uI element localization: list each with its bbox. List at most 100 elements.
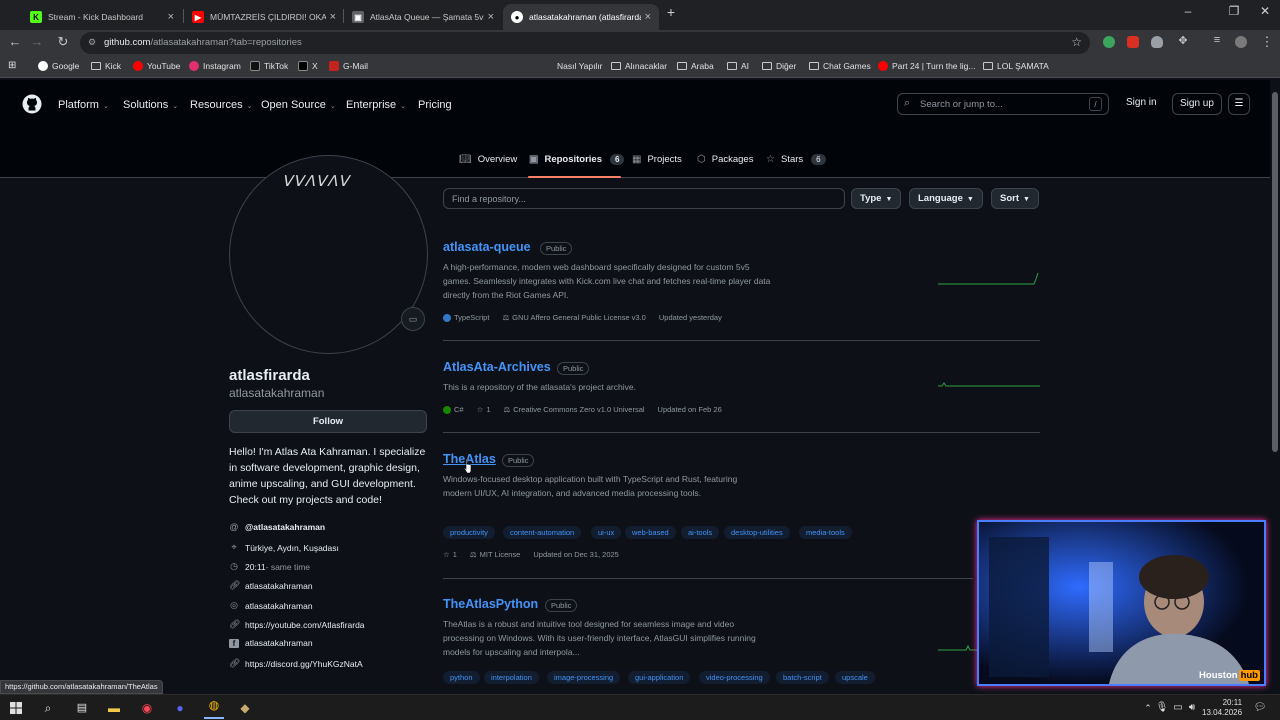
sign-in-link[interactable]: Sign in (1126, 97, 1157, 108)
chrome-icon[interactable]: ◍ (204, 697, 224, 719)
nav-pricing[interactable]: Pricing (418, 99, 452, 111)
repo-name-link[interactable]: TheAtlasPython (443, 597, 538, 611)
vcard-discord[interactable]: 🔗︎ https://discord.gg/YhuKGzNatA (229, 658, 363, 669)
search-icon[interactable]: ⌕ (40, 700, 56, 716)
find-repository-input[interactable] (443, 188, 845, 209)
chrome-menu-icon[interactable]: ⋮ (1258, 34, 1276, 50)
bookmark-folder[interactable]: LOL ŞAMATA (983, 61, 1049, 71)
topic-tag[interactable]: upscale (835, 671, 875, 684)
topic-tag[interactable]: media-tools (799, 526, 852, 539)
topic-tag[interactable]: python (443, 671, 480, 684)
bookmark-x[interactable]: X (298, 61, 318, 71)
browser-tab[interactable]: ▣ AtlasAta Queue — Şamata 5v5 × (344, 4, 502, 30)
file-explorer-icon[interactable]: ▬ (106, 700, 122, 716)
new-tab-button[interactable]: + (656, 4, 686, 20)
profile-avatar-icon[interactable] (1235, 36, 1247, 48)
topic-tag[interactable]: interpolation (484, 671, 539, 684)
bookmark-tiktok[interactable]: TikTok (250, 61, 288, 71)
status-icon[interactable]: ▭ (401, 307, 425, 331)
bookmark-youtube[interactable]: YouTube (133, 61, 180, 71)
extension-shield-icon[interactable] (1151, 36, 1163, 48)
nav-platform[interactable]: Platform ⌄ (58, 99, 109, 111)
notifications-icon[interactable]: 💬︎ (1252, 700, 1268, 716)
tab-repositories[interactable]: ▣ Repositories 6 (529, 154, 625, 165)
vcard-handle[interactable]: @ @atlasatakahraman (229, 522, 325, 532)
bookmark-youtube-video[interactable]: Part 24 | Turn the lig... (878, 61, 975, 71)
media-controls-icon[interactable]: ≡ (1208, 34, 1226, 46)
topic-tag[interactable]: video-processing (699, 671, 770, 684)
topic-tag[interactable]: web-based (625, 526, 676, 539)
bookmark-folder[interactable]: Araba (677, 61, 714, 71)
app-icon[interactable]: ◉ (139, 700, 155, 716)
vcard-youtube[interactable]: 🔗︎ https://youtube.com/Atlasfirarda (229, 619, 365, 630)
nav-open-source[interactable]: Open Source ⌄ (261, 99, 336, 111)
tab-overview[interactable]: 📖︎ Overview (459, 154, 517, 165)
topic-tag[interactable]: productivity (443, 526, 495, 539)
topic-tag[interactable]: gui-application (628, 671, 691, 684)
search-input[interactable]: ⌕ Search or jump to... / (897, 93, 1109, 115)
volume-icon[interactable]: 🔊︎ (1184, 700, 1200, 716)
topic-tag[interactable]: desktop-utilities (724, 526, 790, 539)
stars-link[interactable]: ☆ 1 (443, 550, 457, 559)
vcard-facebook[interactable]: f atlasatakahraman (229, 638, 313, 648)
stars-link[interactable]: ☆ 1 (477, 405, 491, 414)
forward-icon[interactable]: → (28, 34, 46, 49)
taskbar-clock[interactable]: 20:11 13.04.2026 (1202, 698, 1242, 718)
minimize-icon[interactable]: – (1173, 4, 1203, 18)
close-tab-icon[interactable]: × (488, 11, 494, 23)
close-tab-icon[interactable]: × (645, 11, 651, 23)
sign-up-button[interactable]: Sign up (1172, 93, 1222, 115)
bookmark-kick[interactable]: Kick (91, 61, 121, 71)
extension-shield-icon[interactable] (1103, 36, 1115, 48)
github-logo-icon[interactable] (22, 94, 42, 114)
microphone-icon[interactable]: 🎙︎ (1154, 700, 1170, 716)
find-repository-field[interactable] (444, 189, 844, 209)
extension-icon[interactable] (1127, 36, 1139, 48)
bookmark-google[interactable]: Google (38, 61, 79, 71)
browser-tab[interactable]: ▶ MÜMTAZREİS ÇILDIRDI! OKAN × (184, 4, 344, 30)
browser-tab[interactable]: K Stream - Kick Dashboard × (22, 4, 182, 30)
bookmark-folder[interactable]: Nasıl Yapılır (557, 61, 603, 71)
bookmark-folder[interactable]: Chat Games (809, 61, 871, 71)
bookmark-gmail[interactable]: G-Mail (329, 61, 368, 71)
sort-filter-button[interactable]: Sort ▼ (991, 188, 1039, 209)
menu-icon[interactable]: ☰ (1228, 93, 1250, 115)
nav-solutions[interactable]: Solutions ⌄ (123, 99, 178, 111)
topic-tag[interactable]: ui-ux (591, 526, 622, 539)
reload-icon[interactable]: ↻ (54, 34, 72, 50)
close-tab-icon[interactable]: × (330, 11, 336, 23)
follow-button[interactable]: Follow (229, 410, 427, 433)
topic-tag[interactable]: image-processing (547, 671, 621, 684)
scrollbar-thumb[interactable] (1272, 92, 1278, 452)
close-window-icon[interactable]: ✕ (1250, 4, 1280, 18)
back-icon[interactable]: ← (6, 34, 24, 49)
nav-resources[interactable]: Resources ⌄ (190, 99, 252, 111)
site-info-icon[interactable]: ⚙ (88, 37, 96, 48)
vcard-link[interactable]: 🔗︎ atlasatakahraman (229, 580, 313, 591)
bookmark-instagram[interactable]: Instagram (189, 61, 241, 71)
bookmark-folder[interactable]: Diğer (762, 61, 796, 71)
language-filter-button[interactable]: Language ▼ (909, 188, 983, 209)
apps-grid-icon[interactable]: ⊞ (8, 60, 16, 71)
vcard-instagram[interactable]: ◎ atlasatakahraman (229, 600, 313, 611)
tab-projects[interactable]: ▦ Projects (632, 154, 682, 165)
nav-enterprise[interactable]: Enterprise ⌄ (346, 99, 406, 111)
bookmark-folder[interactable]: AI (727, 61, 749, 71)
windows-start-icon[interactable] (8, 700, 24, 716)
topic-tag[interactable]: batch-script (776, 671, 829, 684)
bookmark-folder[interactable]: Alınacaklar (611, 61, 667, 71)
close-tab-icon[interactable]: × (168, 11, 174, 23)
repo-name-link[interactable]: AtlasAta-Archives (443, 360, 551, 374)
restore-icon[interactable]: ❐ (1219, 4, 1249, 18)
tab-packages[interactable]: ⬡ Packages (697, 154, 753, 165)
league-client-icon[interactable]: ◆ (237, 700, 253, 716)
topic-tag[interactable]: ai-tools (681, 526, 720, 539)
discord-icon[interactable]: ● (172, 700, 188, 716)
url-text[interactable]: github.com/atlasatakahraman?tab=reposito… (104, 37, 302, 48)
extensions-puzzle-icon[interactable]: ✥ (1174, 34, 1192, 47)
bookmark-star-icon[interactable]: ☆ (1071, 35, 1082, 49)
task-view-icon[interactable]: ▤ (74, 700, 90, 716)
avatar[interactable]: ᐯᐯᐱᐯᐱᐯ (229, 155, 428, 354)
address-bar[interactable]: ⚙ github.com/atlasatakahraman?tab=reposi… (80, 32, 1090, 54)
repo-name-link[interactable]: atlasata-queue (443, 240, 531, 254)
